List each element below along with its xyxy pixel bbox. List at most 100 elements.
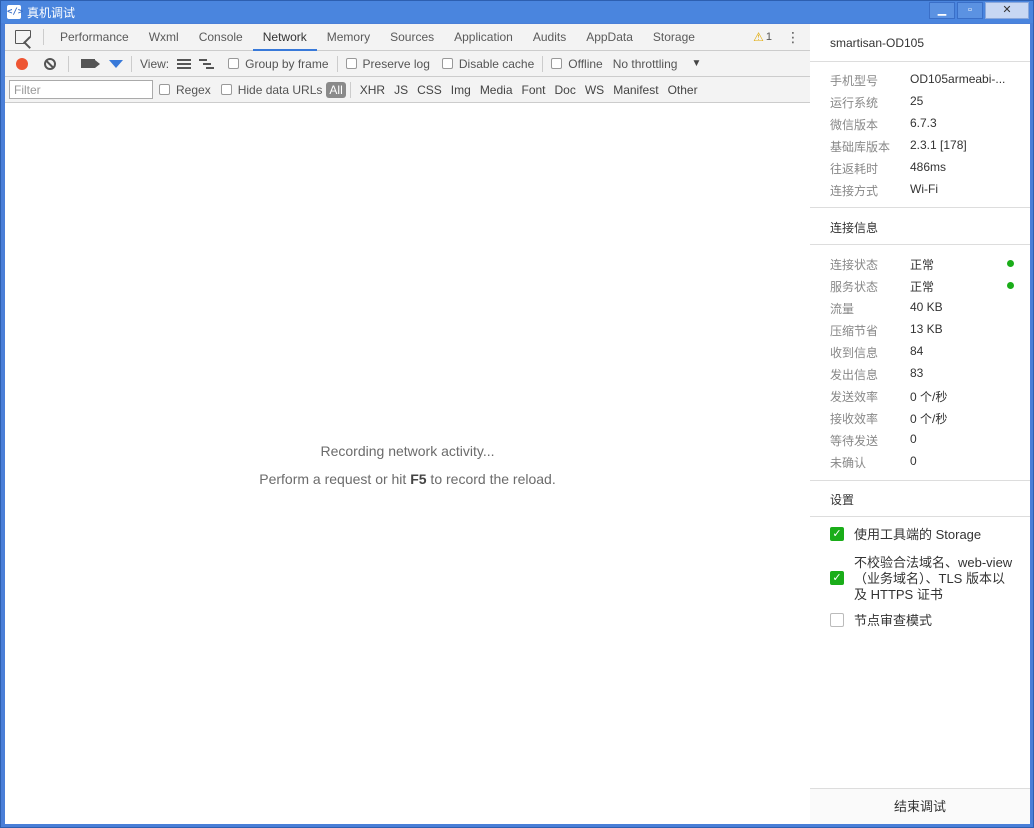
- disable-cache-checkbox[interactable]: Disable cache: [441, 56, 535, 71]
- type-filter-doc[interactable]: Doc: [555, 83, 576, 97]
- setting-label: 使用工具端的 Storage: [854, 527, 982, 542]
- chevron-down-icon[interactable]: ▼: [691, 58, 701, 69]
- conn-label: 压缩节省: [830, 324, 879, 338]
- checkbox-box[interactable]: [830, 613, 844, 627]
- status-dot: [1007, 282, 1014, 289]
- conn-value: 83: [910, 366, 924, 380]
- window-title: 真机调试: [27, 5, 76, 20]
- info-label: 手机型号: [830, 74, 879, 88]
- regex-checkbox[interactable]: Regex: [159, 83, 211, 97]
- warning-counter[interactable]: ⚠ 1: [753, 30, 772, 44]
- tab-storage[interactable]: Storage: [643, 24, 705, 51]
- device-name: smartisan-OD105: [830, 36, 925, 50]
- filter-input[interactable]: [9, 80, 153, 99]
- conn-label: 未确认: [830, 456, 867, 470]
- type-filter-css[interactable]: CSS: [417, 83, 442, 97]
- tab-application[interactable]: Application: [444, 24, 523, 51]
- type-filter-manifest[interactable]: Manifest: [613, 83, 658, 97]
- filter-icon[interactable]: [109, 59, 123, 68]
- offline-checkbox[interactable]: Offline: [551, 57, 603, 71]
- reload-hint-pre: Perform a request or hit: [259, 471, 411, 487]
- device-sidebar: smartisan-OD105 手机型号 OD105armeabi-... 运行…: [810, 24, 1030, 824]
- checkbox-box[interactable]: [228, 58, 240, 69]
- checkbox-box[interactable]: [220, 84, 232, 95]
- record-icon[interactable]: [16, 57, 28, 70]
- conn-label: 连接状态: [830, 258, 879, 272]
- type-filter-all[interactable]: All: [326, 81, 346, 98]
- content-area: Performance Wxml Console Network Memory …: [5, 23, 1030, 824]
- setting-skip-domain-check[interactable]: ✓ 不校验合法域名、web-view（业务域名）、TLS 版本以及 HTTPS …: [830, 555, 1014, 603]
- network-log-area: Recording network activity... Perform a …: [5, 103, 810, 824]
- reload-hint: Perform a request or hit F5 to record th…: [5, 471, 810, 487]
- overview-icon[interactable]: [199, 58, 215, 69]
- minimize-button[interactable]: ▁: [929, 2, 955, 19]
- view-label: View:: [140, 56, 170, 71]
- info-label: 运行系统: [830, 96, 879, 110]
- close-button[interactable]: ✕: [985, 2, 1029, 19]
- type-filter-font[interactable]: Font: [522, 83, 546, 97]
- devtools-tab-bar: Performance Wxml Console Network Memory …: [5, 23, 810, 51]
- type-filter-ws[interactable]: WS: [585, 83, 604, 97]
- tab-wxml[interactable]: Wxml: [139, 24, 189, 51]
- hide-data-urls-checkbox[interactable]: Hide data URLs: [220, 83, 322, 97]
- divider: [542, 55, 544, 72]
- preserve-log-checkbox[interactable]: Preserve log: [345, 57, 430, 71]
- checkbox-box[interactable]: [345, 58, 357, 69]
- tab-audits[interactable]: Audits: [523, 24, 576, 51]
- divider: [810, 244, 1030, 245]
- throttling-select[interactable]: No throttling: [613, 57, 678, 71]
- conn-label: 服务状态: [830, 280, 879, 294]
- more-options-icon[interactable]: ⋮: [786, 28, 800, 46]
- info-value: OD105armeabi-...: [910, 72, 1006, 86]
- clear-icon[interactable]: [44, 57, 56, 70]
- type-filter-other[interactable]: Other: [668, 83, 698, 97]
- divider: [810, 516, 1030, 517]
- tab-sources[interactable]: Sources: [380, 24, 444, 51]
- type-filter-img[interactable]: Img: [451, 83, 471, 97]
- tab-appdata[interactable]: AppData: [576, 24, 643, 51]
- info-value: 25: [910, 94, 924, 108]
- info-label: 基础库版本: [830, 140, 891, 154]
- regex-label: Regex: [176, 82, 211, 97]
- maximize-button[interactable]: ▫: [957, 2, 983, 19]
- divider: [810, 61, 1030, 62]
- tab-performance[interactable]: Performance: [50, 24, 139, 51]
- type-filter-js[interactable]: JS: [394, 83, 408, 97]
- type-filter-xhr[interactable]: XHR: [360, 83, 385, 97]
- checkbox-box[interactable]: [159, 84, 170, 95]
- setting-use-tool-storage[interactable]: ✓ 使用工具端的 Storage: [830, 527, 1014, 543]
- divider: [68, 55, 69, 72]
- inspect-element-icon[interactable]: [15, 30, 31, 44]
- disable-cache-label: Disable cache: [458, 56, 535, 71]
- tab-network[interactable]: Network: [252, 23, 317, 51]
- group-by-frame-checkbox[interactable]: Group by frame: [228, 56, 329, 71]
- setting-label: 节点审查模式: [854, 613, 933, 628]
- conn-value: 84: [910, 344, 924, 358]
- setting-node-inspect[interactable]: 节点审查模式: [830, 613, 1014, 629]
- connection-section-title: 连接信息: [830, 221, 879, 235]
- conn-value: 0: [910, 454, 917, 468]
- devtools-panel: Performance Wxml Console Network Memory …: [5, 23, 810, 824]
- tab-memory[interactable]: Memory: [317, 24, 380, 51]
- end-debug-button[interactable]: 结束调试: [810, 788, 1030, 824]
- info-label: 微信版本: [830, 118, 879, 132]
- group-by-frame-label: Group by frame: [245, 56, 329, 71]
- divider: [349, 81, 351, 98]
- network-toolbar: View: Group by frame Preserve log Disabl…: [5, 51, 810, 77]
- conn-value: 13 KB: [910, 322, 943, 336]
- checkbox-box[interactable]: [441, 58, 453, 69]
- screenshot-capture-icon[interactable]: [81, 59, 100, 68]
- checkmark-icon[interactable]: ✓: [830, 527, 844, 541]
- type-filter-media[interactable]: Media: [480, 83, 513, 97]
- checkbox-box[interactable]: [551, 58, 563, 69]
- conn-value: 0: [910, 432, 917, 446]
- conn-label: 接收效率: [830, 412, 879, 426]
- checkmark-icon[interactable]: ✓: [830, 571, 844, 585]
- settings-section-title: 设置: [830, 493, 855, 507]
- large-rows-icon[interactable]: [177, 58, 192, 69]
- conn-value: 40 KB: [910, 300, 943, 314]
- info-value: 486ms: [910, 160, 947, 174]
- conn-label: 等待发送: [830, 434, 879, 448]
- filter-bar: Regex Hide data URLs All XHR JS CSS Img …: [5, 77, 810, 103]
- tab-console[interactable]: Console: [189, 24, 253, 51]
